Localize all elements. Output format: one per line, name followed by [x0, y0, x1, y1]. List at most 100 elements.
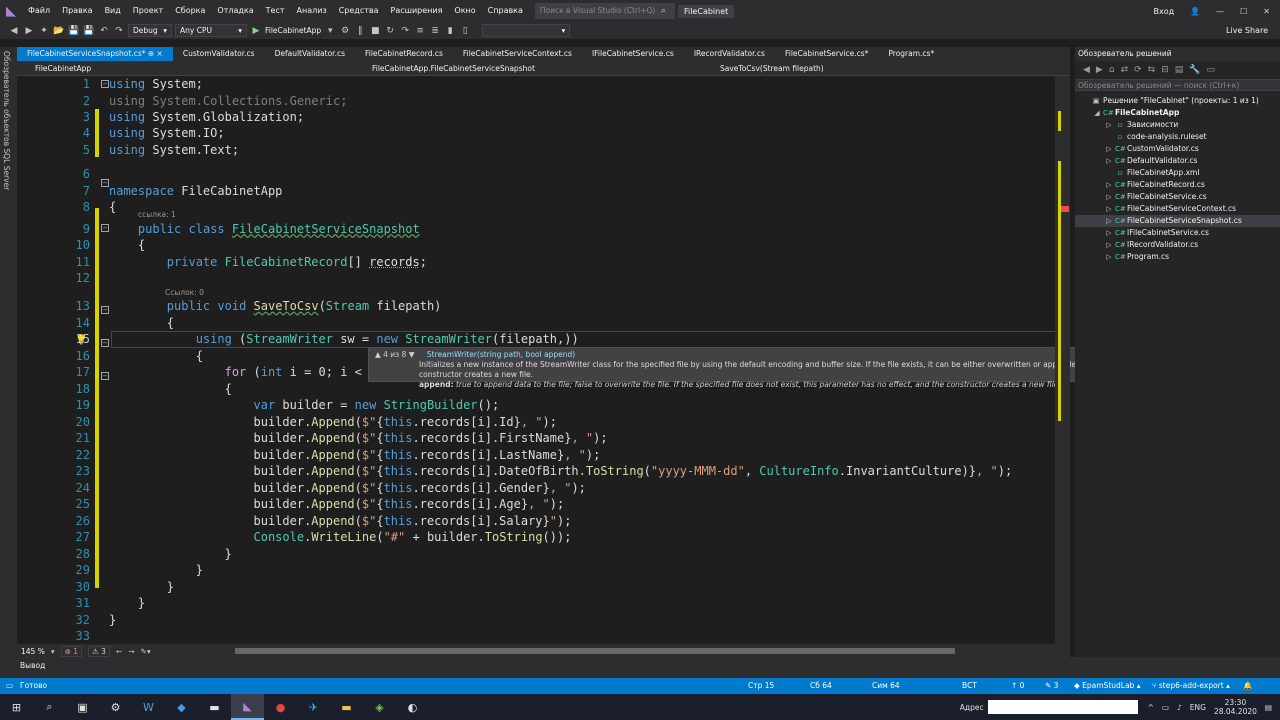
platform-select[interactable]: Any CPU ▾ — [175, 24, 247, 37]
menu-window[interactable]: Окно — [448, 0, 481, 22]
line-code[interactable]: private FileCabinetRecord[] records; — [109, 254, 427, 271]
code-line[interactable]: 25 builder.Append($"{this.records[i].Age… — [17, 496, 1057, 513]
tab-filecabinetservicecontext[interactable]: FileCabinetServiceContext.cs — [453, 47, 582, 61]
settings-icon[interactable]: ⚙ — [99, 694, 132, 720]
pending-changes-icon[interactable]: ⟳ — [1134, 65, 1142, 75]
member-dropdown[interactable]: SaveToCsv(Stream filepath) — [702, 61, 1042, 75]
app-icon[interactable]: ◐ — [396, 694, 429, 720]
back-icon[interactable]: ◀ — [1083, 65, 1090, 75]
step-over-icon[interactable]: ↷ — [399, 26, 411, 36]
search-icon[interactable]: ⌕ — [33, 694, 66, 720]
code-line[interactable]: 33 — [17, 628, 1057, 644]
code-line[interactable]: 3 using System.Globalization; — [17, 109, 1057, 126]
tab-filecabinetrecord[interactable]: FileCabinetRecord.cs — [355, 47, 453, 61]
volume-icon[interactable]: ♪ — [1177, 703, 1182, 712]
code-line[interactable]: 26 builder.Append($"{this.records[i].Sal… — [17, 513, 1057, 530]
prev-issue-icon[interactable]: ← — [116, 647, 122, 656]
solution-tree-item[interactable]: ▷ C# CustomValidator.cs — [1075, 143, 1280, 155]
line-code[interactable]: using System.Text; — [109, 142, 239, 159]
tab-filecabinetservice[interactable]: FileCabinetService.cs* — [775, 47, 878, 61]
address-input[interactable] — [987, 700, 1138, 714]
code-line[interactable]: 5 using System.Text; — [17, 142, 1057, 159]
status-insert-mode[interactable]: ВСТ — [962, 678, 977, 694]
code-line[interactable]: 9 public class FileCabinetServiceSnapsho… — [17, 221, 1057, 238]
expand-arrow-icon[interactable]: ▷ — [1105, 179, 1113, 191]
line-code[interactable]: builder.Append($"{this.records[i].Age}, … — [109, 496, 564, 513]
code-line[interactable]: 28 } — [17, 546, 1057, 563]
code-line[interactable]: 24 builder.Append($"{this.records[i].Gen… — [17, 480, 1057, 497]
start-dropdown-icon[interactable]: ▾ — [324, 26, 336, 36]
solution-tree-item[interactable]: ◢ C# FileCabinetApp — [1075, 107, 1280, 119]
line-code[interactable]: } — [109, 546, 232, 563]
status-repo[interactable]: ◆ EpamStudLab ▴ — [1074, 678, 1140, 694]
open-icon[interactable]: 📂 — [53, 26, 65, 36]
bookmark-next-icon[interactable]: ▯ — [459, 26, 471, 36]
close-icon[interactable]: ✕ — [1263, 7, 1270, 16]
tab-program[interactable]: Program.cs* — [878, 47, 944, 61]
line-code[interactable]: public void SaveToCsv(Stream filepath) — [109, 298, 442, 315]
code-line[interactable]: 4 using System.IO; — [17, 125, 1057, 142]
line-code[interactable]: { — [109, 237, 145, 254]
menu-extensions[interactable]: Расширения — [385, 0, 449, 22]
code-line[interactable]: 30 } — [17, 579, 1057, 596]
code-line[interactable]: 22 builder.Append($"{this.records[i].Las… — [17, 447, 1057, 464]
menu-test[interactable]: Тест — [260, 0, 291, 22]
menu-debug[interactable]: Отладка — [211, 0, 259, 22]
signin-link[interactable]: Вход — [1154, 7, 1175, 16]
code-line[interactable]: 31 } — [17, 595, 1057, 612]
status-column[interactable]: Сб 64 — [810, 678, 832, 694]
show-all-files-icon[interactable]: ▤ — [1175, 65, 1184, 75]
solution-tree-item[interactable]: ▫ FileCabinetApp.xml — [1075, 167, 1280, 179]
solution-tree-item[interactable]: ▷ C# FileCabinetService.cs — [1075, 191, 1280, 203]
line-code[interactable]: { — [109, 348, 203, 365]
chrome-icon[interactable]: ● — [264, 694, 297, 720]
undo-icon[interactable]: ↶ — [98, 26, 110, 36]
folder-icon[interactable]: ▬ — [330, 694, 363, 720]
tray-chevron-icon[interactable]: ^ — [1148, 703, 1154, 712]
expand-arrow-icon[interactable]: ▷ — [1105, 227, 1113, 239]
line-code[interactable]: { — [109, 381, 232, 398]
attach-icon[interactable]: ⚙ — [339, 26, 351, 36]
zoom-select[interactable]: 145 % — [21, 647, 45, 656]
line-code[interactable]: using System.Globalization; — [109, 109, 304, 126]
word-icon[interactable]: W — [132, 694, 165, 720]
code-line[interactable]: 1 using System; — [17, 76, 1057, 93]
minimize-icon[interactable]: — — [1216, 7, 1224, 16]
line-code[interactable]: namespace FileCabinetApp — [109, 183, 282, 200]
back-icon[interactable]: ◀ — [8, 26, 20, 36]
solution-tree-item[interactable]: ▷ C# FileCabinetRecord.cs — [1075, 179, 1280, 191]
save-all-icon[interactable]: 💾 — [83, 26, 95, 36]
menu-project[interactable]: Проект — [127, 0, 169, 22]
preview-icon[interactable]: ▭ — [1206, 65, 1215, 75]
expand-arrow-icon[interactable]: ▷ — [1105, 119, 1113, 131]
horizontal-scrollbar-thumb[interactable] — [235, 648, 955, 654]
class-dropdown[interactable]: FileCabinetApp.FileCabinetServiceSnapsho… — [354, 61, 702, 75]
solution-tree-item[interactable]: ▷ C# DefaultValidator.cs — [1075, 155, 1280, 167]
menu-edit[interactable]: Правка — [56, 0, 98, 22]
error-count[interactable]: ⊗ 1 — [60, 645, 83, 657]
tab-irecordvalidator[interactable]: IRecordValidator.cs — [684, 47, 775, 61]
overload-counter[interactable]: ▲ 4 из 8 ▼ — [375, 350, 414, 359]
code-line[interactable]: 8{ — [17, 199, 1057, 216]
line-code[interactable]: using System.IO; — [109, 125, 225, 142]
maximize-icon[interactable]: ☐ — [1240, 7, 1247, 16]
restart-icon[interactable]: ↻ — [384, 26, 396, 36]
code-line[interactable]: 7 namespace FileCabinetApp — [17, 183, 1057, 200]
sql-server-explorer-tab[interactable]: Обозреватель объектов SQL Server — [2, 51, 11, 190]
vscode-icon[interactable]: ◆ — [165, 694, 198, 720]
code-line[interactable]: 14 { — [17, 315, 1057, 332]
code-cleanup-icon[interactable]: ✎▾ — [141, 647, 151, 656]
solution-tree-item[interactable]: ▷ ▫ Зависимости — [1075, 119, 1280, 131]
solution-tree-item[interactable]: ▷ C# FileCabinetServiceSnapshot.cs — [1075, 215, 1280, 227]
action-center-icon[interactable]: ▤ — [1265, 703, 1272, 712]
terminal-icon[interactable]: ▬ — [198, 694, 231, 720]
line-code[interactable]: for (int i = 0; i < t — [109, 364, 377, 381]
code-line[interactable]: 6 — [17, 166, 1057, 183]
expand-arrow-icon[interactable]: ▷ — [1105, 203, 1113, 215]
code-line[interactable]: 23 builder.Append($"{this.records[i].Dat… — [17, 463, 1057, 480]
tab-ifilecabinetservice[interactable]: IFileCabinetService.cs — [582, 47, 684, 61]
visual-studio-icon[interactable]: ◣ — [231, 694, 264, 720]
home-icon[interactable]: ⌂ — [1109, 65, 1115, 75]
line-code[interactable]: builder.Append($"{this.records[i].LastNa… — [109, 447, 600, 464]
start-button[interactable]: FileCabinetApp — [265, 26, 321, 35]
